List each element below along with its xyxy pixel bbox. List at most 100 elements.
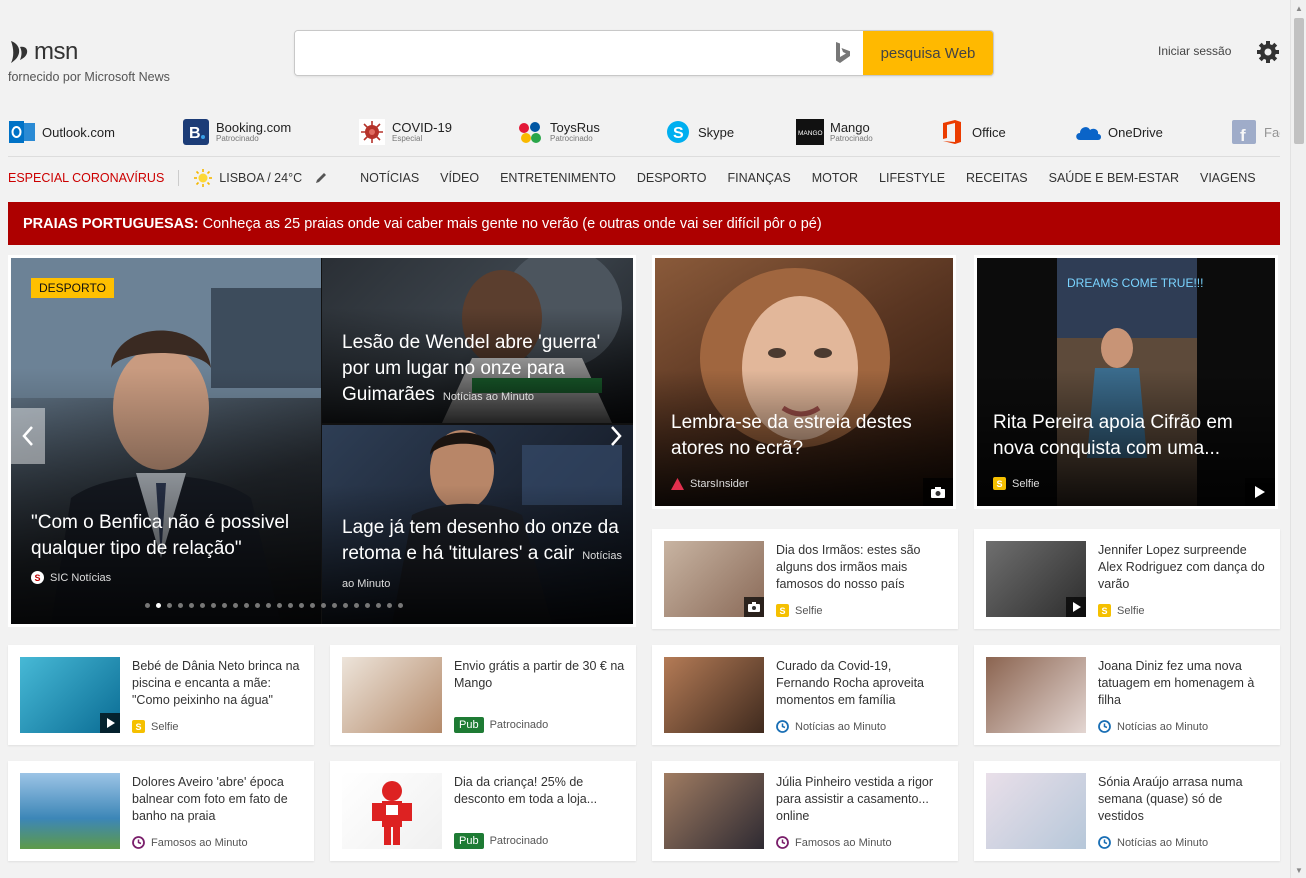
carousel-dot[interactable]	[321, 603, 326, 608]
carousel-dot[interactable]	[277, 603, 282, 608]
quicklink-mango[interactable]: MANGO Mango Patrocinado	[796, 112, 873, 152]
news-card[interactable]: Jennifer Lopez surpreende Alex Rodriguez…	[974, 529, 1280, 629]
quicklink-skype[interactable]: S Skype	[664, 112, 734, 152]
nav-item-noticias[interactable]: NOTÍCIAS	[360, 171, 419, 185]
carousel-dot[interactable]	[211, 603, 216, 608]
nav-item-saude[interactable]: SAÚDE E BEM-ESTAR	[1049, 171, 1179, 185]
nav-item-financas[interactable]: FINANÇAS	[728, 171, 791, 185]
news-card[interactable]: Bebé de Dânia Neto brinca na piscina e e…	[8, 645, 314, 745]
carousel-dot[interactable]	[233, 603, 238, 608]
news-card[interactable]: Sónia Araújo arrasa numa semana (quase) …	[974, 761, 1280, 861]
pencil-icon[interactable]	[314, 171, 328, 185]
booking-icon: B	[182, 118, 210, 146]
news-card-thumbnail	[20, 773, 120, 849]
virus-icon	[358, 118, 386, 146]
carousel-dot[interactable]	[332, 603, 337, 608]
carousel-dot[interactable]	[255, 603, 260, 608]
page-scrollbar[interactable]: ▲ ▼	[1290, 0, 1306, 878]
tall-card-stars[interactable]: Lembra-se da estreia destes atores no ec…	[652, 255, 956, 509]
selfie-icon: S	[993, 477, 1006, 490]
hero-top-right-tile[interactable]: Lesão de Wendel abre 'guerra' por um lug…	[322, 258, 633, 423]
nav-item-desporto[interactable]: DESPORTO	[637, 171, 707, 185]
news-card-source-label: Notícias ao Minuto	[1117, 836, 1209, 849]
quicklink-booking[interactable]: B Booking.com Patrocinado	[182, 112, 291, 152]
search-input[interactable]	[295, 31, 823, 75]
news-card[interactable]: Júlia Pinheiro vestida a rigor para assi…	[652, 761, 958, 861]
quicklink-label: Mango	[830, 120, 870, 135]
news-card-title: Envio grátis a partir de 30 € na Mango	[454, 659, 625, 690]
news-card[interactable]: Envio grátis a partir de 30 € na Mango Pu…	[330, 645, 636, 745]
nav-special-coronavirus[interactable]: ESPECIAL CORONAVÍRUS	[8, 171, 164, 185]
scroll-down-arrow-icon[interactable]: ▼	[1291, 862, 1306, 878]
category-badge: DESPORTO	[31, 278, 114, 298]
nav-item-motor[interactable]: MOTOR	[812, 171, 858, 185]
carousel-dot[interactable]	[343, 603, 348, 608]
weather-widget[interactable]: LISBOA / 24°C	[193, 168, 328, 188]
hero-top-right-title: Lesão de Wendel abre 'guerra' por um lug…	[342, 330, 622, 410]
news-card[interactable]: Dia dos Irmãos: estes são alguns dos irm…	[652, 529, 958, 629]
carousel-dot[interactable]	[299, 603, 304, 608]
signin-link[interactable]: Iniciar sessão	[1158, 44, 1231, 58]
nav-item-receitas[interactable]: RECEITAS	[966, 171, 1028, 185]
sponsored-badge: Pub	[454, 833, 484, 849]
carousel-dot[interactable]	[189, 603, 194, 608]
carousel-dot[interactable]	[398, 603, 403, 608]
quicklink-sub: Especial	[392, 134, 423, 143]
nav-item-entretenimento[interactable]: ENTRETENIMENTO	[500, 171, 616, 185]
carousel-dot[interactable]	[310, 603, 315, 608]
bing-icon[interactable]	[823, 31, 863, 75]
weather-label: LISBOA / 24°C	[219, 171, 303, 185]
quicklink-sub: Patrocinado	[216, 134, 259, 143]
nav-item-viagens[interactable]: VIAGENS	[1200, 171, 1256, 185]
carousel-prev-button[interactable]	[11, 408, 45, 464]
carousel-dot[interactable]	[156, 603, 161, 608]
play-icon[interactable]	[1245, 478, 1275, 506]
carousel-dot[interactable]	[244, 603, 249, 608]
hero-main-source: S SIC Notícias	[31, 571, 111, 584]
hero-bottom-right-tile[interactable]: Lage já tem desenho do onze da retoma e …	[322, 425, 633, 624]
news-card-title: Joana Diniz fez uma nova tatuagem em hom…	[1098, 659, 1255, 707]
carousel-next-button[interactable]	[599, 408, 633, 464]
search-button[interactable]: pesquisa Web	[863, 31, 993, 75]
carousel-dot[interactable]	[365, 603, 370, 608]
carousel-dot[interactable]	[222, 603, 227, 608]
news-card[interactable]: Dia da criança! 25% de desconto em toda …	[330, 761, 636, 861]
carousel-dot[interactable]	[376, 603, 381, 608]
carousel-dot[interactable]	[354, 603, 359, 608]
scroll-up-arrow-icon[interactable]: ▲	[1291, 0, 1306, 16]
news-card-source-label: Selfie	[795, 604, 823, 617]
news-card-source: Pub Patrocinado	[454, 833, 548, 849]
news-card[interactable]: Dolores Aveiro 'abre' época balnear com …	[8, 761, 314, 861]
news-card[interactable]: Joana Diniz fez uma nova tatuagem em hom…	[974, 645, 1280, 745]
quicklink-toysrus[interactable]: ToysRus Patrocinado	[516, 112, 600, 152]
carousel-dot[interactable]	[167, 603, 172, 608]
news-card[interactable]: Curado da Covid-19, Fernando Rocha aprov…	[652, 645, 958, 745]
carousel-dot[interactable]	[288, 603, 293, 608]
scrollbar-thumb[interactable]	[1294, 18, 1304, 144]
breaking-news-banner[interactable]: PRAIAS PORTUGUESAS: Conheça as 25 praias…	[8, 202, 1280, 245]
quicklink-office[interactable]: Office	[938, 112, 1006, 152]
quicklink-facebook[interactable]: f Fac	[1230, 112, 1280, 152]
sun-icon	[194, 169, 213, 187]
news-card-thumbnail	[664, 657, 764, 733]
carousel-dot[interactable]	[387, 603, 392, 608]
news-card-thumbnail	[342, 657, 442, 733]
quicklink-covid[interactable]: COVID-19 Especial	[358, 112, 452, 152]
settings-gear-icon[interactable]	[1256, 40, 1280, 64]
carousel-dot[interactable]	[145, 603, 150, 608]
quicklink-sub: Patrocinado	[830, 134, 873, 143]
nav-item-video[interactable]: VÍDEO	[440, 171, 479, 185]
carousel-dot[interactable]	[178, 603, 183, 608]
tall-card-rita[interactable]: DREAMS COME TRUE!!! Rita Pereira apoia C…	[974, 255, 1278, 509]
carousel-dot[interactable]	[266, 603, 271, 608]
carousel-dot[interactable]	[200, 603, 205, 608]
quicklink-outlook[interactable]: Outlook.com	[8, 112, 115, 152]
news-card-thumbnail	[986, 657, 1086, 733]
hero-main-tile[interactable]: DESPORTO "Com o Benfica não é possivel q…	[11, 258, 321, 624]
quicklink-onedrive[interactable]: OneDrive	[1074, 112, 1163, 152]
news-card-thumbnail	[986, 773, 1086, 849]
banner-text: Conheça as 25 praias onde vai caber mais…	[202, 215, 822, 232]
msn-logo[interactable]: msn fornecido por Microsoft News	[8, 38, 170, 84]
news-card-title: Dolores Aveiro 'abre' época balnear com …	[132, 775, 288, 823]
nav-item-lifestyle[interactable]: LIFESTYLE	[879, 171, 945, 185]
